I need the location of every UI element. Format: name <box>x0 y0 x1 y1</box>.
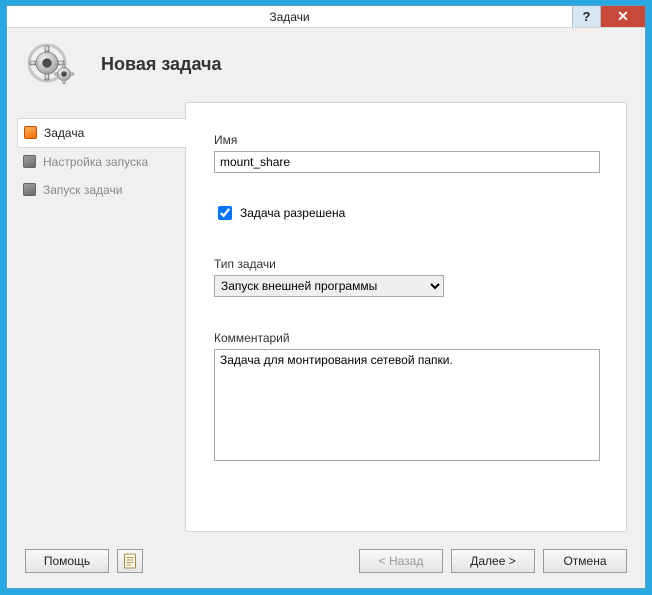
sidebar-item-run-task[interactable]: Запуск задачи <box>17 176 185 204</box>
sidebar-item-launch-settings[interactable]: Настройка запуска <box>17 148 185 176</box>
comment-textarea[interactable] <box>214 349 600 461</box>
content-panel: Имя Задача разрешена Тип задачи Запуск в… <box>185 102 627 532</box>
cancel-button[interactable]: Отмена <box>543 549 627 573</box>
titlebar-buttons: ? ✕ <box>572 6 645 27</box>
square-indicator-icon <box>23 155 36 168</box>
help-titlebar-button[interactable]: ? <box>572 6 600 27</box>
name-label: Имя <box>214 133 600 147</box>
back-button[interactable]: < Назад <box>359 549 443 573</box>
sidebar-item-task[interactable]: Задача <box>17 118 187 148</box>
dialog-window: Задачи ? ✕ <box>6 5 646 589</box>
square-indicator-icon <box>23 183 36 196</box>
notes-icon-button[interactable] <box>117 549 143 573</box>
sidebar: Задача Настройка запуска Запуск задачи <box>17 96 185 542</box>
next-button[interactable]: Далее > <box>451 549 535 573</box>
sidebar-item-label: Задача <box>44 126 84 140</box>
footer: Помощь < Назад Далее > Отмена <box>7 542 645 588</box>
notes-icon <box>123 553 137 569</box>
enabled-checkbox-row[interactable]: Задача разрешена <box>214 203 600 223</box>
enabled-checkbox[interactable] <box>218 206 232 220</box>
type-label: Тип задачи <box>214 257 600 271</box>
task-type-select[interactable]: Запуск внешней программы <box>214 275 444 297</box>
help-button[interactable]: Помощь <box>25 549 109 573</box>
page-title: Новая задача <box>101 54 222 75</box>
sidebar-item-label: Запуск задачи <box>43 183 122 197</box>
comment-label: Комментарий <box>214 331 600 345</box>
name-input[interactable] <box>214 151 600 173</box>
gears-icon <box>21 37 85 93</box>
window-title: Задачи <box>7 6 572 27</box>
body: Задача Настройка запуска Запуск задачи И… <box>7 96 645 542</box>
enabled-label: Задача разрешена <box>240 206 345 220</box>
sidebar-item-label: Настройка запуска <box>43 155 148 169</box>
square-indicator-icon <box>24 126 37 139</box>
header: Новая задача <box>7 28 645 96</box>
titlebar: Задачи ? ✕ <box>7 6 645 28</box>
close-titlebar-button[interactable]: ✕ <box>600 6 645 27</box>
